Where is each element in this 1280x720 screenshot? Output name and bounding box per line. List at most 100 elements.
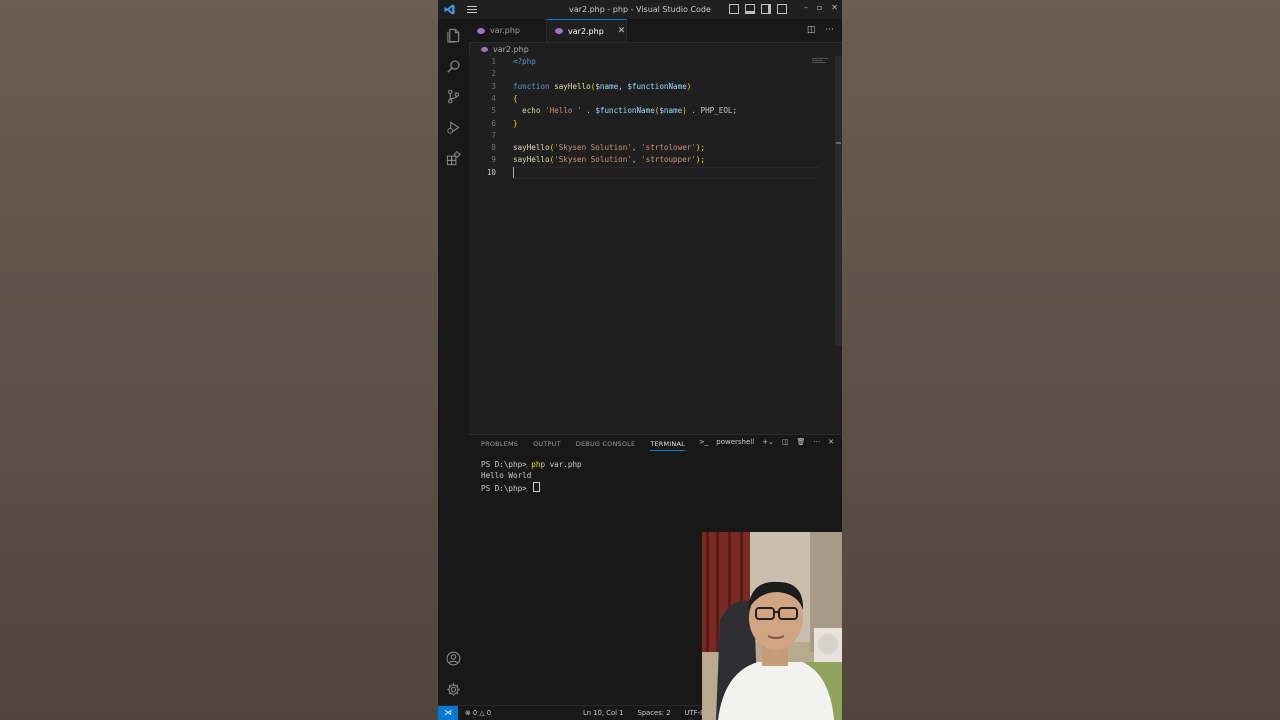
line-number: 8 <box>491 143 496 153</box>
split-terminal-icon[interactable]: ◫ <box>782 438 789 446</box>
code-token: sayHello <box>513 143 550 153</box>
code-token: $functionName <box>627 81 687 91</box>
line-number: 10 <box>486 167 496 177</box>
kill-terminal-icon[interactable]: 🗑 <box>797 438 806 446</box>
minimize-button[interactable]: – <box>804 3 808 12</box>
extensions-icon[interactable] <box>446 150 461 166</box>
status-right: Ln 10, Col 1 Spaces: 2 UTF-8 <box>583 709 704 717</box>
code-token: } <box>513 118 518 128</box>
breadcrumb: var2.php <box>469 42 842 56</box>
code-line: 4 { <box>469 93 809 105</box>
explorer-icon[interactable] <box>446 28 461 43</box>
php-file-icon <box>555 28 563 34</box>
code-editor[interactable]: 1 <?php 2 3 function sayHello($name, $fu… <box>469 56 842 434</box>
code-line: 1 <?php <box>469 56 809 68</box>
code-line: 5 echo 'Hello ' . $functionName($name) .… <box>469 105 809 117</box>
line-number: 6 <box>491 118 496 128</box>
tab-output[interactable]: OUTPUT <box>533 440 561 451</box>
remote-indicator-icon[interactable]: ⋊ <box>438 706 458 720</box>
code-token: 'Hello ' <box>545 106 582 116</box>
code-token: function <box>513 81 550 91</box>
warning-icon: △ <box>479 709 485 717</box>
search-icon[interactable] <box>446 59 461 74</box>
terminal-cursor <box>533 481 541 492</box>
line-number: 9 <box>491 155 496 165</box>
run-and-debug-icon[interactable] <box>446 120 461 135</box>
tab-debug-console[interactable]: DEBUG CONSOLE <box>576 440 636 451</box>
editor-scrollbar[interactable] <box>835 56 842 346</box>
code-line: 3 function sayHello($name, $functionName… <box>469 81 809 93</box>
breadcrumb-file[interactable]: var2.php <box>493 45 529 54</box>
terminal-line: PS D:\php> php var.php <box>481 459 582 470</box>
code-line: 9 sayHello('Skysen Solution', 'strtouppe… <box>469 154 809 166</box>
close-panel-icon[interactable]: ✕ <box>828 438 834 446</box>
code-token: ); <box>695 143 706 153</box>
editor-actions: ◫ ··· <box>807 25 834 35</box>
code-token: , <box>631 155 642 165</box>
terminal-output[interactable]: PS D:\php> php var.php Hello World PS D:… <box>481 459 582 494</box>
tab-terminal[interactable]: TERMINAL <box>650 440 685 451</box>
line-number: 2 <box>491 69 496 79</box>
video-background-left <box>0 0 438 720</box>
terminal-argument: var.php <box>545 460 582 469</box>
split-editor-icon[interactable]: ◫ <box>807 25 816 35</box>
warning-count: 0 <box>486 709 492 717</box>
more-actions-icon[interactable]: ··· <box>813 438 820 446</box>
code-line: 10 <box>469 167 809 179</box>
code-token: , <box>631 143 642 153</box>
error-count: 0 <box>472 709 478 717</box>
accounts-icon[interactable] <box>446 651 461 666</box>
code-token: { <box>513 93 518 103</box>
terminal-line: PS D:\php> <box>481 481 582 494</box>
line-number: 7 <box>491 130 496 140</box>
line-number: 3 <box>491 81 496 91</box>
code-token: 'strtolower' <box>641 143 696 153</box>
toggle-panel-icon[interactable] <box>745 4 755 14</box>
editor-tabs: var.php var2.php ✕ ◫ ··· <box>469 19 842 43</box>
tab-label: var.php <box>490 26 520 35</box>
terminal-icon: >_ <box>698 438 709 446</box>
line-number: 5 <box>491 106 496 116</box>
problems-indicator[interactable]: ⊗ 0 △ 0 <box>465 709 491 717</box>
restore-button[interactable]: ▫ <box>817 3 822 12</box>
code-token: $name <box>659 106 683 116</box>
code-token: sayHello <box>554 81 591 91</box>
close-tab-icon[interactable]: ✕ <box>618 26 626 36</box>
toggle-secondary-sidebar-icon[interactable] <box>761 4 771 14</box>
error-icon: ⊗ <box>465 709 471 717</box>
code-token: 'Skysen Solution' <box>554 155 632 165</box>
more-actions-icon[interactable]: ··· <box>825 25 834 35</box>
code-token: . PHP_EOL; <box>686 106 738 116</box>
shell-name[interactable]: powershell <box>716 438 754 446</box>
code-token: sayHello <box>513 155 550 165</box>
new-terminal-icon[interactable]: +⌄ <box>762 438 774 446</box>
video-background-right <box>842 0 1280 720</box>
code-line: 7 <box>469 130 809 142</box>
terminal-prompt: PS D:\php> <box>481 483 532 493</box>
layout-controls <box>729 4 787 14</box>
source-control-icon[interactable] <box>446 89 461 104</box>
minimap[interactable] <box>812 58 828 64</box>
line-number: 1 <box>491 57 496 66</box>
tab-problems[interactable]: PROBLEMS <box>481 440 518 451</box>
activity-bar <box>438 19 470 706</box>
panel-tabs: PROBLEMS OUTPUT DEBUG CONSOLE TERMINAL <box>481 440 685 451</box>
code-token: . <box>581 106 596 116</box>
text-cursor <box>513 167 514 179</box>
tab-var-php[interactable]: var.php <box>469 19 547 42</box>
close-window-button[interactable]: ✕ <box>831 3 838 12</box>
code-token: , <box>618 81 628 91</box>
tab-var2-php[interactable]: var2.php ✕ <box>547 19 627 42</box>
code-token: echo <box>522 106 541 116</box>
terminal-line: Hello World <box>481 471 532 481</box>
code-line: 6 } <box>469 118 809 130</box>
cursor-position[interactable]: Ln 10, Col 1 <box>583 709 624 717</box>
code-token: $functionName <box>595 106 655 116</box>
customize-layout-icon[interactable] <box>777 4 787 14</box>
toggle-primary-sidebar-icon[interactable] <box>729 4 739 14</box>
panel-actions: >_ powershell +⌄ ◫ 🗑 ··· ✕ <box>699 438 834 446</box>
window-controls: – ▫ ✕ <box>804 3 838 12</box>
settings-gear-icon[interactable] <box>446 682 461 697</box>
code-line: 8 sayHello('Skysen Solution', 'strtolowe… <box>469 142 809 154</box>
indentation[interactable]: Spaces: 2 <box>638 709 671 717</box>
